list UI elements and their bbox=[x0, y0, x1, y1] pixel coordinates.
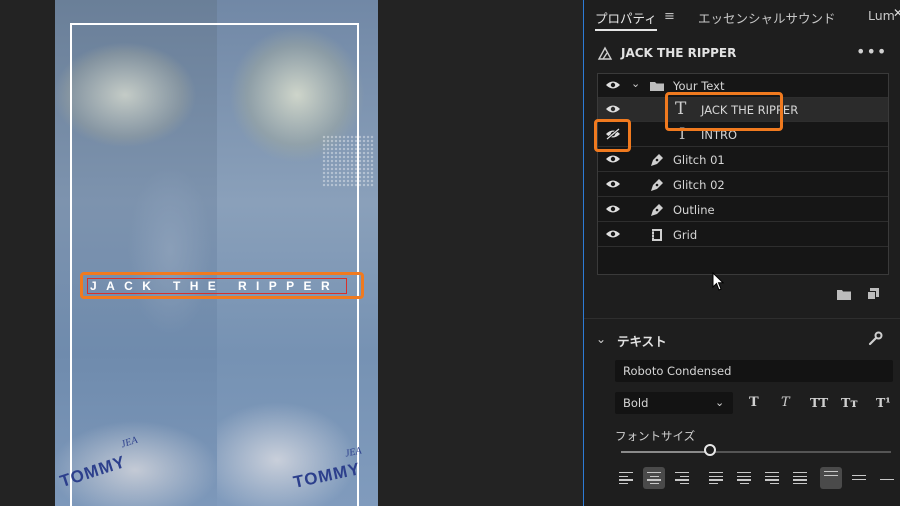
title-highlight-annotation bbox=[80, 272, 364, 299]
text-section-header[interactable]: ⌄ テキスト bbox=[584, 328, 900, 352]
align-left-button[interactable] bbox=[615, 467, 637, 489]
faux-bold-button[interactable]: T bbox=[749, 395, 759, 410]
eye-icon[interactable] bbox=[605, 79, 621, 91]
layer-row-outline[interactable]: Outline bbox=[598, 198, 888, 222]
new-folder-icon[interactable] bbox=[837, 289, 851, 300]
chevron-down-icon: ⌄ bbox=[715, 396, 725, 409]
clip-header: JACK THE RIPPER ••• bbox=[584, 42, 900, 66]
align-lines-icon bbox=[709, 472, 723, 486]
justify-all-button[interactable] bbox=[789, 467, 811, 489]
align-right-button[interactable] bbox=[671, 467, 693, 489]
chevron-down-icon[interactable]: ⌄ bbox=[631, 77, 640, 90]
justify-right-button[interactable] bbox=[761, 467, 783, 489]
align-lines-icon bbox=[824, 471, 838, 478]
align-lines-icon bbox=[647, 472, 661, 486]
pen-icon bbox=[651, 179, 663, 191]
layer-label: Glitch 02 bbox=[673, 178, 725, 192]
align-lines-icon bbox=[765, 472, 779, 486]
panel-tab-bar: プロパティ ≡ エッセンシャルサウンド Lum ✕ bbox=[584, 0, 900, 34]
all-caps-button[interactable]: TT bbox=[810, 395, 828, 410]
mouse-cursor-icon bbox=[712, 272, 725, 291]
graphic-clip-icon bbox=[597, 46, 613, 60]
wrench-icon[interactable] bbox=[868, 331, 883, 346]
align-lines-icon bbox=[793, 472, 807, 486]
layer-row-glitch-02[interactable]: Glitch 02 bbox=[598, 173, 888, 197]
align-center-button[interactable] bbox=[643, 467, 665, 489]
new-layer-icon[interactable] bbox=[867, 288, 879, 300]
align-lines-icon bbox=[880, 479, 894, 483]
font-style-value: Bold bbox=[623, 396, 649, 410]
font-family-field[interactable]: Roboto Condensed bbox=[615, 360, 893, 382]
align-lines-icon bbox=[852, 475, 866, 482]
superscript-button[interactable]: T¹ bbox=[876, 395, 891, 410]
font-size-label: フォントサイズ bbox=[615, 429, 696, 443]
font-style-select[interactable]: Bold ⌄ bbox=[615, 392, 733, 414]
properties-panel: プロパティ ≡ エッセンシャルサウンド Lum ✕ JACK THE RIPPE… bbox=[583, 0, 900, 506]
video-frame[interactable]: JEA JEA TOMMY TOMMY JACK THE RIPPER bbox=[55, 0, 378, 506]
text-section-title: テキスト bbox=[617, 334, 667, 349]
eye-icon[interactable] bbox=[605, 228, 621, 240]
layer-label: Glitch 01 bbox=[673, 153, 725, 167]
more-options-icon[interactable]: ••• bbox=[856, 42, 887, 61]
clip-name: JACK THE RIPPER bbox=[621, 46, 737, 60]
hamburger-menu-icon[interactable]: ≡ bbox=[664, 9, 675, 24]
font-size-slider-thumb[interactable] bbox=[704, 444, 717, 456]
eye-icon[interactable] bbox=[605, 103, 621, 115]
font-size-slider[interactable] bbox=[621, 451, 891, 453]
align-lines-icon bbox=[619, 472, 633, 486]
active-tab-indicator bbox=[595, 29, 657, 31]
outline-frame bbox=[70, 23, 359, 506]
layer-label: Grid bbox=[673, 228, 698, 242]
align-middle-button[interactable] bbox=[848, 467, 870, 489]
layer-row-glitch-01[interactable]: Glitch 01 bbox=[598, 148, 888, 172]
pen-icon bbox=[651, 154, 663, 166]
tab-properties[interactable]: プロパティ bbox=[595, 8, 657, 27]
tab-essential-sound[interactable]: エッセンシャルサウンド bbox=[698, 8, 836, 27]
faux-italic-button[interactable]: T bbox=[781, 395, 790, 410]
justify-center-button[interactable] bbox=[733, 467, 755, 489]
font-size-slider-fill bbox=[621, 451, 711, 453]
align-lines-icon bbox=[737, 472, 751, 486]
chevron-down-icon[interactable]: ⌄ bbox=[596, 332, 606, 346]
font-family-value: Roboto Condensed bbox=[623, 364, 732, 378]
eye-highlight-annotation bbox=[594, 119, 631, 152]
layer-label: Outline bbox=[673, 203, 715, 217]
justify-left-button[interactable] bbox=[705, 467, 727, 489]
align-top-button[interactable] bbox=[820, 467, 842, 489]
section-divider bbox=[584, 318, 900, 319]
folder-icon bbox=[650, 82, 664, 91]
layer-highlight-annotation bbox=[665, 92, 783, 131]
align-lines-icon bbox=[675, 472, 689, 486]
pen-icon bbox=[651, 204, 663, 216]
layer-row-grid[interactable]: Grid bbox=[598, 223, 888, 247]
eye-icon[interactable] bbox=[605, 178, 621, 190]
close-icon[interactable]: ✕ bbox=[893, 6, 900, 20]
align-bottom-button[interactable] bbox=[876, 467, 898, 489]
eye-icon[interactable] bbox=[605, 153, 621, 165]
small-caps-button[interactable]: Tт bbox=[841, 395, 858, 410]
eye-icon[interactable] bbox=[605, 203, 621, 215]
program-monitor: JEA JEA TOMMY TOMMY JACK THE RIPPER bbox=[0, 0, 580, 506]
layer-label: Your Text bbox=[673, 79, 725, 93]
film-clip-icon bbox=[652, 229, 662, 241]
tab-lumetri[interactable]: Lum bbox=[868, 8, 895, 23]
